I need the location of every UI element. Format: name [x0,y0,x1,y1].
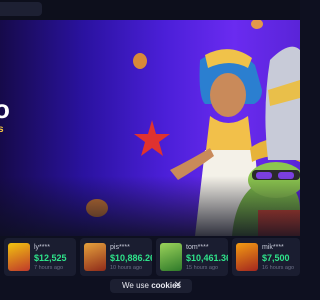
coin-icon [251,20,263,29]
hero-artwork [86,20,300,236]
win-card[interactable]: ly**** $12,525 7 hours ago [4,238,76,276]
winner-username: mik**** [262,244,284,251]
win-amount: $7,500 [262,253,290,263]
recent-wins-strip: ly**** $12,525 7 hours ago pis**** $10,8… [0,238,300,278]
game-thumbnail[interactable] [236,243,258,271]
hero-subtitle: s [0,124,4,135]
game-thumbnail[interactable] [84,243,106,271]
win-amount: $10,886.26 [110,253,152,263]
game-thumbnail[interactable] [8,243,30,271]
win-card[interactable]: pis**** $10,886.26 10 hours ago [80,238,152,276]
hero-headline: o [0,94,10,124]
win-card[interactable]: mik**** $7,500 16 hours ago [232,238,300,276]
coin-icon [86,199,108,217]
win-amount: $12,525 [34,253,67,263]
win-amount: $10,461.36 [186,253,228,263]
winner-username: pis**** [110,244,130,251]
topbar-pill-button[interactable] [0,2,42,16]
win-time: 10 hours ago [110,265,143,271]
win-card[interactable]: tom**** $10,461.36 15 hours ago [156,238,228,276]
hero-banner[interactable]: o s [0,20,300,236]
win-time: 16 hours ago [262,265,295,271]
coin-icon [133,53,147,69]
win-time: 7 hours ago [34,265,64,271]
top-bar [0,0,300,20]
cookie-banner: We use cookies ✕ [110,279,192,293]
winner-username: tom**** [186,244,209,251]
game-thumbnail[interactable] [160,243,182,271]
zeus-character [265,46,300,160]
star-icon [134,120,170,156]
cleopatra-character [170,49,262,236]
winner-username: ly**** [34,244,50,251]
cookie-prefix: We use [122,281,152,290]
close-icon[interactable]: ✕ [174,279,182,293]
cookie-message: We use cookies [122,279,181,293]
win-time: 15 hours ago [186,265,219,271]
